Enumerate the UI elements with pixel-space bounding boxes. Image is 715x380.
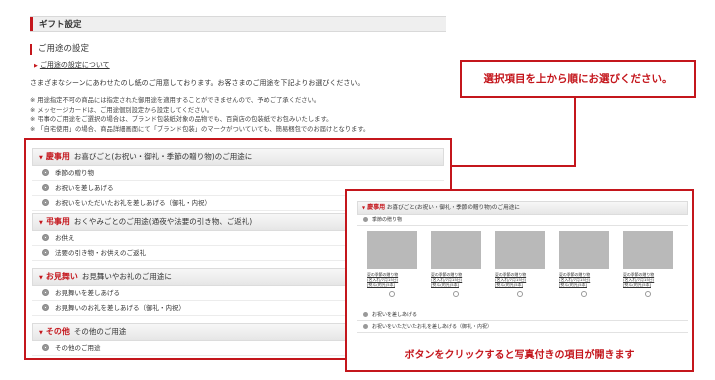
instruction-callout-text: 選択項目を上から順にお選びください。 <box>483 73 673 85</box>
triangle-icon: ▼ <box>39 220 43 226</box>
about-usage-link-label: ご用途の設定について <box>39 61 110 69</box>
usage-option-label: その他のご用途 <box>55 344 101 352</box>
callout-connector <box>452 165 576 167</box>
section-title: ご用途の設定 <box>30 44 89 55</box>
product-caption-line: [熨斗(的光)5本] <box>367 282 395 288</box>
usage-option-label: 法要の引き物・お供えのご返礼 <box>55 249 146 257</box>
gift-settings-header: ギフト設定 <box>30 16 446 32</box>
radio-dot-icon <box>42 289 49 296</box>
category-name: お見舞い <box>45 272 78 281</box>
radio-dot-icon <box>42 184 49 191</box>
product-photo <box>559 231 609 269</box>
radio-dot-icon <box>42 169 49 176</box>
product-radio[interactable] <box>453 290 459 297</box>
product-caption-line: [熨斗(的光)5本] <box>559 282 587 288</box>
product-photo <box>367 231 417 269</box>
usage-option-label: お見舞いのお礼を差しあげる（御礼・内祝） <box>55 304 185 312</box>
intro-text: さまざまなシーンにあわせたのし紙のご用意しております。お客さまのご用途を下記より… <box>30 79 365 87</box>
callout-connector <box>574 98 576 167</box>
expanded-detail-panel: ▼ 慶事用 お喜びごと(お祝い・御礼・季節の贈り物)のご用途に 季節の贈り物 夏の… <box>345 189 694 372</box>
category-desc: その他のご用途 <box>73 327 127 336</box>
product-radio[interactable] <box>389 290 395 297</box>
product-caption[interactable]: 夏の季節の贈り物 (名入れ/7月15日) [熨斗(的光)5本] <box>559 272 613 288</box>
usage-option[interactable]: 季節の贈り物 <box>32 166 444 181</box>
triangle-icon: ▼ <box>39 275 43 281</box>
category-header[interactable]: ▼ 慶事用 お喜びごと(お祝い・御礼・季節の贈り物)のご用途に <box>32 148 444 166</box>
detail-callout-text: ボタンをクリックすると写真付きの項目が開きます <box>404 350 635 361</box>
radio-dot-icon <box>42 234 49 241</box>
product-caption[interactable]: 夏の季節の贈り物 (名入れ/7月15日) [熨斗(的光)5本] <box>495 272 549 288</box>
note-item: ※ 弔事のご用途をご選択の場合は、ブランド包装紙対象の品物でも、百貨店の包装紙で… <box>30 116 333 123</box>
product-caption-line: [熨斗(的光)5本] <box>623 282 651 288</box>
note-item: ※ 「自宅使用」の場合、商品詳細画面にて「ブランド包装」のマークがついていても、… <box>30 125 370 133</box>
radio-dot-icon <box>42 199 49 206</box>
product-photo <box>623 231 673 269</box>
radio-dot-icon <box>363 324 368 329</box>
radio-dot-icon <box>42 304 49 311</box>
usage-option-label: お祝いを差しあげる <box>55 184 114 192</box>
radio-dot-icon <box>363 312 368 317</box>
triangle-icon: ▼ <box>39 155 43 161</box>
usage-option-label: お供え <box>55 234 75 242</box>
category-desc: お喜びごと(お祝い・御礼・季節の贈り物)のご用途に <box>73 152 253 161</box>
product-card[interactable]: 夏の季節の贈り物 (名入れ/7月15日) [熨斗(的光)5本] <box>559 231 613 297</box>
product-photo <box>495 231 545 269</box>
usage-option-label: 季節の贈り物 <box>372 217 403 223</box>
usage-option-label: お祝いをいただいたお礼を差しあげる（御礼・内祝） <box>55 199 211 207</box>
category-name: 慶事用 <box>367 204 386 211</box>
note-item: ※ 用途指定不可の商品には指定された御用途を適用することができませんので、予めご… <box>30 97 321 104</box>
category-name: 慶事用 <box>45 152 70 161</box>
category-name: 弔事用 <box>45 217 70 226</box>
product-radio[interactable] <box>581 290 587 297</box>
detail-usage-option[interactable]: お祝いを差しあげる <box>357 310 688 321</box>
usage-option-label: お見舞いを差しあげる <box>55 289 120 297</box>
product-caption-line: [熨斗(的光)5本] <box>495 282 523 288</box>
notes: ※ 用途指定不可の商品には指定された御用途を適用することができませんので、予めご… <box>30 96 369 134</box>
product-card[interactable]: 夏の季節の贈り物 (名入れ/7月15日) [熨斗(的光)5本] <box>623 231 677 297</box>
product-card[interactable]: 夏の季節の贈り物 (名入れ/7月15日) [熨斗(的光)5本] <box>495 231 549 297</box>
category-name: その他 <box>45 327 70 336</box>
triangle-icon: ▼ <box>362 205 366 210</box>
category-desc: おくやみごとのご用途(通夜や法要の引き物、ご返礼) <box>73 217 253 226</box>
product-card[interactable]: 夏の季節の贈り物 (名入れ/7月15日) [熨斗(的光)5本] <box>431 231 485 297</box>
product-photo <box>431 231 481 269</box>
detail-category-header[interactable]: ▼ 慶事用 お喜びごと(お祝い・御礼・季節の贈り物)のご用途に <box>357 201 688 215</box>
note-item: ※ メッセージカードは、ご用途個別設定から設定してください。 <box>30 106 214 114</box>
usage-option-label: お祝いをいただいたお礼を差しあげる（御礼・内祝） <box>372 324 493 330</box>
product-radio[interactable] <box>517 290 523 297</box>
usage-option-label: お祝いを差しあげる <box>372 312 418 318</box>
page-title: ギフト設定 <box>39 20 82 30</box>
product-caption[interactable]: 夏の季節の贈り物 (名入れ/7月15日) [熨斗(的光)5本] <box>367 272 421 288</box>
header-accent-bar <box>30 17 33 31</box>
category-desc: お見舞いやお礼のご用途に <box>81 272 172 281</box>
usage-option-label: 季節の贈り物 <box>55 169 94 177</box>
triangle-icon: ▶ <box>34 63 38 69</box>
radio-dot-icon <box>363 217 368 222</box>
detail-usage-option[interactable]: 季節の贈り物 <box>357 215 688 226</box>
product-caption[interactable]: 夏の季節の贈り物 (名入れ/7月15日) [熨斗(的光)5本] <box>623 272 677 288</box>
detail-usage-option[interactable]: お祝いをいただいたお礼を差しあげる（御礼・内祝） <box>357 322 688 333</box>
radio-dot-icon <box>42 344 49 351</box>
radio-dot-icon <box>42 249 49 256</box>
triangle-icon: ▼ <box>39 330 43 336</box>
category-desc: お喜びごと(お祝い・御礼・季節の贈り物)のご用途に <box>386 205 520 211</box>
instruction-callout: 選択項目を上から順にお選びください。 <box>460 60 696 98</box>
product-caption-line: [熨斗(的光)5本] <box>431 282 459 288</box>
product-card[interactable]: 夏の季節の贈り物 (名入れ/7月15日) [熨斗(的光)5本] <box>367 231 421 297</box>
product-radio[interactable] <box>645 290 651 297</box>
about-usage-link[interactable]: ▶ ご用途の設定について <box>34 60 110 70</box>
product-caption[interactable]: 夏の季節の贈り物 (名入れ/7月15日) [熨斗(的光)5本] <box>431 272 485 288</box>
